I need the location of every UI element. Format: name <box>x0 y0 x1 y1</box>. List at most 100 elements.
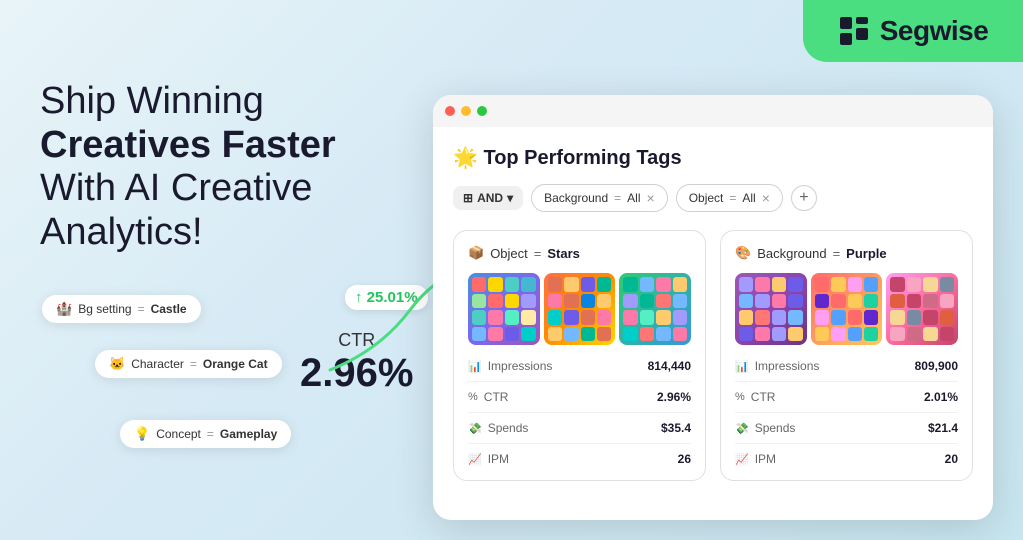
tag-card-stars: 📦 Object = Stars <box>453 230 706 481</box>
hero-text-block: Ship Winning Creatives Faster With AI Cr… <box>40 80 420 255</box>
filter-chip-close-1[interactable]: × <box>647 190 655 206</box>
hero-line4: Analytics! <box>40 211 203 253</box>
ctr-value: 2.96% <box>300 351 413 396</box>
metric-divider-6 <box>735 443 958 444</box>
filter-chip-close-2[interactable]: × <box>762 190 770 206</box>
spends-icon-2: 💸 <box>735 422 749 435</box>
window-topbar <box>433 95 993 127</box>
character-value: Orange Cat <box>203 357 268 371</box>
game-image-6 <box>886 273 958 345</box>
character-eq: = <box>190 357 197 371</box>
tag-card-purple-header: 🎨 Background = Purple <box>735 245 958 261</box>
purple-metric-impressions: 📊 Impressions 809,900 <box>735 359 958 373</box>
filter-and-button[interactable]: ⊞ AND ▾ <box>453 186 523 210</box>
hero-line3: With AI Creative <box>40 167 312 209</box>
purple-tag-label: Background <box>757 246 826 261</box>
hero-line2: Creatives Faster <box>40 124 336 166</box>
filter-and-label: AND <box>477 191 503 205</box>
game-image-1 <box>468 273 540 345</box>
character-label: Character <box>131 357 184 371</box>
concept-value: Gameplay <box>220 427 277 441</box>
purple-metric-ipm: 📈 IPM 20 <box>735 452 958 466</box>
bg-setting-label: Bg setting <box>78 302 131 316</box>
stars-tag-label: Object <box>490 246 528 261</box>
ctr-label-1: CTR <box>484 390 509 404</box>
game-image-2 <box>544 273 616 345</box>
spends-icon-1: 💸 <box>468 422 482 435</box>
filter-add-button[interactable]: + <box>791 185 817 211</box>
filter-chevron-icon: ▾ <box>507 191 513 205</box>
ctr-badge: CTR 2.96% <box>300 330 413 396</box>
filter-chip-object[interactable]: Object = All × <box>676 184 783 212</box>
bg-setting-value: Castle <box>151 302 187 316</box>
floating-tag-concept: 💡 Concept = Gameplay <box>120 420 291 448</box>
filter-bar[interactable]: ⊞ AND ▾ Background = All × Object = All … <box>453 184 973 212</box>
metric-divider-3 <box>468 443 691 444</box>
dashboard-title: 🌟 Top Performing Tags <box>453 145 973 170</box>
ctr-label: CTR <box>300 330 413 351</box>
filter-chip-background-label: Background <box>544 191 608 205</box>
growth-badge: ↑ 25.01% <box>345 285 428 310</box>
concept-eq: = <box>207 427 214 441</box>
impressions-label-2: Impressions <box>755 359 820 373</box>
spends-value-1: $35.4 <box>661 421 691 435</box>
window-dot-minimize <box>461 106 471 116</box>
purple-tag-images <box>735 273 958 345</box>
filter-chip-eq-2: = <box>729 191 736 205</box>
purple-metric-ctr: % CTR 2.01% <box>735 390 958 404</box>
stars-metric-ctr: % CTR 2.96% <box>468 390 691 404</box>
filter-chip-object-label: Object <box>689 191 724 205</box>
ipm-value-2: 20 <box>945 452 958 466</box>
metric-divider-1 <box>468 381 691 382</box>
game-image-4 <box>735 273 807 345</box>
window-dot-close <box>445 106 455 116</box>
stars-tag-value: Stars <box>547 246 580 261</box>
filter-grid-icon: ⊞ <box>463 191 473 205</box>
floating-tag-character: 🐱 Character = Orange Cat <box>95 350 282 378</box>
stars-tag-eq: = <box>534 246 542 261</box>
filter-chip-eq-1: = <box>614 191 621 205</box>
header-logo-area: Segwise <box>803 0 1023 62</box>
metric-divider-2 <box>468 412 691 413</box>
purple-metric-spends: 💸 Spends $21.4 <box>735 421 958 435</box>
filter-chip-background[interactable]: Background = All × <box>531 184 668 212</box>
logo-text: Segwise <box>880 15 989 47</box>
ctr-metric-value-1: 2.96% <box>657 390 691 404</box>
character-icon: 🐱 <box>109 356 125 372</box>
ctr-icon-1: % <box>468 391 478 403</box>
impressions-icon-1: 📊 <box>468 360 482 373</box>
impressions-value-1: 814,440 <box>648 359 691 373</box>
game-image-5 <box>811 273 883 345</box>
stars-metrics-list: 📊 Impressions 814,440 % CTR 2.96% <box>468 359 691 466</box>
ctr-icon-2: % <box>735 391 745 403</box>
ctr-label-2: CTR <box>751 390 776 404</box>
hero-title: Ship Winning Creatives Faster With AI Cr… <box>40 80 420 255</box>
stars-tag-icon: 📦 <box>468 245 484 261</box>
impressions-value-2: 809,900 <box>915 359 958 373</box>
segwise-logo-icon <box>838 15 870 47</box>
spends-value-2: $21.4 <box>928 421 958 435</box>
bg-setting-icon: 🏰 <box>56 301 72 317</box>
ctr-metric-value-2: 2.01% <box>924 390 958 404</box>
impressions-icon-2: 📊 <box>735 360 749 373</box>
stars-metric-spends: 💸 Spends $35.4 <box>468 421 691 435</box>
window-dot-maximize <box>477 106 487 116</box>
concept-label: Concept <box>156 427 201 441</box>
purple-tag-value: Purple <box>846 246 886 261</box>
bg-setting-eq: = <box>138 302 145 316</box>
impressions-label-1: Impressions <box>488 359 553 373</box>
spends-label-2: Spends <box>755 421 796 435</box>
purple-metrics-list: 📊 Impressions 809,900 % CTR 2.01% <box>735 359 958 466</box>
stars-tag-images <box>468 273 691 345</box>
filter-chip-object-value: All <box>742 191 755 205</box>
ipm-label-1: IPM <box>488 452 509 466</box>
dashboard-card: 🌟 Top Performing Tags ⊞ AND ▾ Background… <box>433 95 993 520</box>
filter-chip-background-value: All <box>627 191 640 205</box>
purple-tag-eq: = <box>833 246 841 261</box>
metric-divider-4 <box>735 381 958 382</box>
ipm-icon-1: 📈 <box>468 453 482 466</box>
tag-card-stars-header: 📦 Object = Stars <box>468 245 691 261</box>
ipm-label-2: IPM <box>755 452 776 466</box>
purple-tag-icon: 🎨 <box>735 245 751 261</box>
game-image-3 <box>619 273 691 345</box>
